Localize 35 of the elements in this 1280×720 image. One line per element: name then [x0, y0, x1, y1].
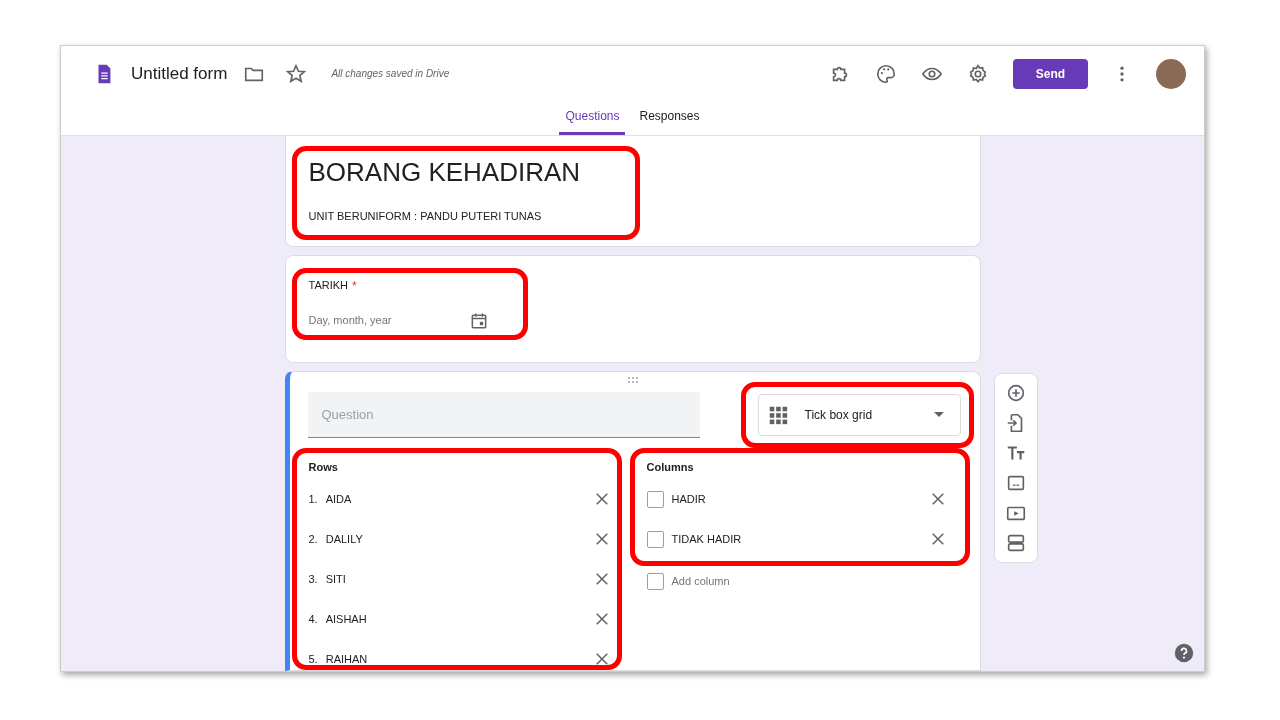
row-option[interactable]: AISHAH — [325, 610, 367, 628]
question-type-dropdown[interactable]: Tick box grid — [757, 393, 961, 436]
add-column-option[interactable]: Add column — [671, 572, 730, 590]
date-field[interactable]: Day, month, year — [308, 312, 469, 329]
form-description[interactable]: UNIT BERUNIFORM : PANDU PUTERI TUNAS — [308, 208, 623, 225]
row-number: 2. — [308, 531, 318, 547]
question-field[interactable]: Question — [307, 391, 700, 438]
row-option[interactable]: AIDA — [325, 490, 352, 508]
dropdown-caret-icon — [933, 412, 944, 417]
row-number: 1. — [308, 491, 318, 507]
checkbox[interactable] — [646, 572, 664, 590]
checkbox[interactable] — [646, 490, 664, 508]
row-option[interactable]: DALILY — [325, 530, 363, 548]
save-status: All changes saved in Drive — [331, 67, 450, 81]
question-title: TARIKH — [308, 277, 349, 293]
palette-icon[interactable] — [875, 62, 897, 85]
settings-icon[interactable] — [967, 62, 989, 85]
row-option[interactable]: SITI — [325, 570, 346, 588]
checkbox[interactable] — [646, 530, 664, 548]
form-title-text[interactable]: BORANG KEHADIRAN — [308, 153, 623, 192]
column-option[interactable]: TIDAK HADIR — [671, 530, 742, 548]
form-title[interactable]: Untitled form — [131, 60, 228, 87]
avatar[interactable] — [1156, 58, 1186, 89]
star-icon[interactable] — [285, 62, 308, 85]
help-icon[interactable] — [1174, 643, 1194, 663]
row-number: 5. — [308, 651, 318, 667]
columns-label: Columns — [646, 459, 695, 475]
required-asterisk: * — [352, 277, 357, 295]
rows-label: Rows — [308, 459, 339, 475]
column-option[interactable]: HADIR — [671, 490, 706, 508]
tab[interactable]: Responses — [633, 100, 706, 135]
send-button[interactable]: Send — [1013, 58, 1088, 89]
row-number: 3. — [308, 571, 318, 587]
row-number: 4. — [308, 611, 318, 627]
row-option[interactable]: RAIHAN — [325, 650, 368, 668]
